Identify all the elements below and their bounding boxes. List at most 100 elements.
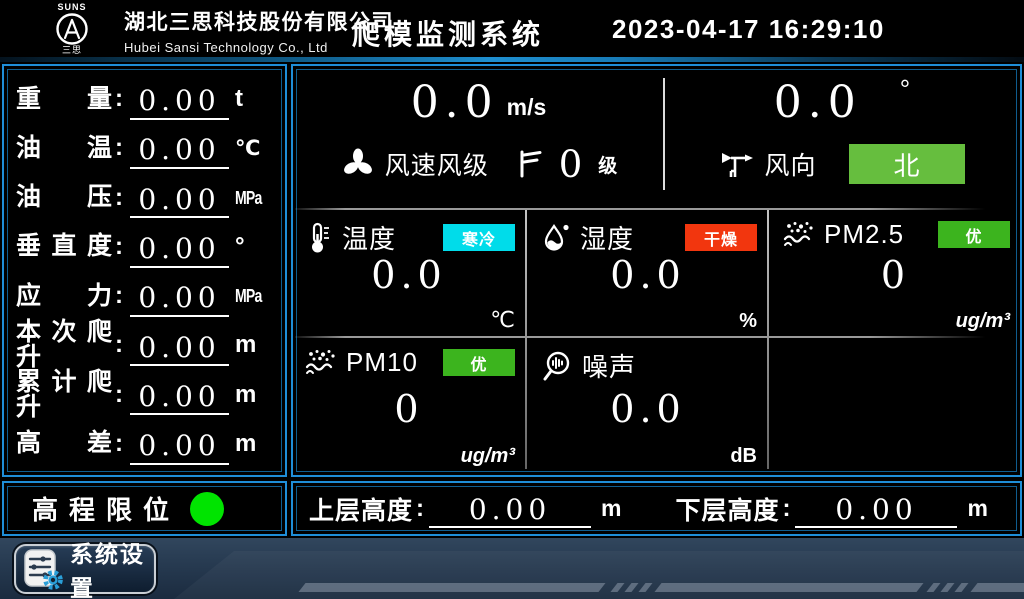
sensor-cell-noise: 噪声 0.0 dB: [529, 338, 767, 471]
sensor-value: 0.0: [293, 256, 525, 294]
metric-unit: ℃: [235, 136, 273, 161]
settings-button-label: 系统设置: [70, 538, 148, 599]
noise-icon: [541, 350, 573, 382]
grid-line-vertical: [767, 210, 769, 469]
colon: :: [416, 495, 424, 523]
metric-unit: MPa: [235, 188, 262, 209]
dust-icon: [783, 220, 815, 250]
lower-height-label: 下层高度: [675, 491, 779, 527]
metric-row-verticality: 垂直度 : 0.00 °: [16, 223, 273, 271]
metric-unit: m: [235, 331, 273, 359]
metric-unit: m: [235, 381, 273, 409]
wind-level-value: 0: [559, 146, 583, 183]
lower-height-value: 0.00: [795, 493, 957, 529]
logo-text-bottom: 三思: [62, 46, 82, 55]
system-settings-button[interactable]: 系统设置: [14, 544, 156, 594]
metric-row-total-climb: 累计爬升 : 0.00 m: [16, 371, 273, 419]
upper-height-group: 上层高度 : 0.00 m: [309, 489, 621, 529]
wind-direction-unit: °: [900, 74, 910, 105]
sensor-value: 0: [771, 256, 1020, 294]
grid-line-vertical: [525, 210, 527, 469]
sensor-value: 0.0: [529, 256, 767, 294]
dust-icon: [305, 348, 337, 378]
metric-row-current-climb: 本次爬升 : 0.00 m: [16, 321, 273, 369]
sensor-unit: ug/m³: [956, 310, 1010, 333]
metric-label: 累计爬升: [16, 370, 112, 420]
sensor-cell-humidity: 湿度 干燥 0.0 %: [529, 210, 767, 336]
wind-speed-value: 0.0: [411, 81, 499, 125]
elevation-limit-panel: 高程限位: [2, 481, 287, 536]
upper-height-value: 0.00: [429, 493, 591, 529]
datetime-display: 2023-04-17 16:29:10: [612, 14, 885, 45]
decor-stripe: [970, 583, 1024, 592]
metric-value: 0.00: [130, 281, 229, 317]
sensor-unit: ℃: [490, 307, 515, 333]
page-title: 爬模监测系统: [352, 13, 544, 53]
wind-direction-label: 风向: [764, 146, 816, 182]
upper-height-label: 上层高度: [309, 491, 413, 527]
upper-height-unit: m: [601, 495, 621, 522]
colon: :: [112, 331, 126, 359]
bottom-toolbar: 系统设置: [0, 538, 1024, 599]
metric-value: 0.00: [130, 84, 229, 120]
wind-level-icon: [517, 149, 543, 179]
status-badge-good: 优: [443, 349, 515, 376]
metrics-panel: 重量 : 0.00 t 油温 : 0.00 ℃ 油压 : 0.00 MPa 垂直…: [2, 64, 287, 477]
decor-stripe: [298, 583, 605, 592]
sensor-value: 0.0: [529, 390, 767, 428]
metric-unit: m: [235, 430, 273, 458]
sensor-cell-pm25: PM2.5 优 0 ug/m³: [771, 210, 1020, 336]
sensor-unit: %: [739, 310, 757, 333]
status-badge-good: 优: [938, 221, 1010, 248]
wind-speed-unit: m/s: [507, 94, 547, 121]
colon: :: [112, 134, 126, 162]
metric-label: 本次爬升: [16, 320, 112, 370]
metric-value: 0.00: [130, 429, 229, 465]
decor-stripe: [654, 583, 923, 592]
wind-level-unit: 级: [598, 151, 617, 178]
company-logo: SUNS 三思: [24, 1, 120, 56]
sensor-label: 湿度: [580, 219, 634, 256]
metric-value: 0.00: [130, 183, 229, 219]
metric-row-stress: 应力 : 0.00 MPa: [16, 272, 273, 320]
status-badge-cold: 寒冷: [443, 224, 515, 251]
lower-height-unit: m: [967, 495, 987, 522]
wind-direction-block: 0.0 ° 风向 北: [664, 66, 1020, 208]
wind-speed-label: 风速风级: [385, 146, 489, 182]
header-divider: [0, 57, 1024, 62]
layer-heights-panel: 上层高度 : 0.00 m 下层高度 : 0.00 m: [291, 481, 1022, 536]
thermometer-icon: [305, 222, 333, 254]
metric-value: 0.00: [130, 380, 229, 416]
colon: :: [112, 184, 126, 212]
sensor-cell-pm10: PM10 优 0 ug/m³: [293, 338, 525, 471]
suns-logo-icon: [55, 12, 89, 46]
colon: :: [112, 85, 126, 113]
colon: :: [112, 430, 126, 458]
metric-unit: MPa: [235, 286, 262, 307]
metric-row-oil-temp: 油温 : 0.00 ℃: [16, 124, 273, 172]
metric-label: 重量: [16, 87, 112, 112]
metric-row-weight: 重量 : 0.00 t: [16, 75, 273, 123]
wind-direction-button[interactable]: 北: [849, 144, 965, 184]
metric-unit: °: [235, 233, 273, 261]
sensor-unit: dB: [730, 445, 757, 468]
metric-label: 垂直度: [16, 234, 112, 259]
sensor-label: PM2.5: [824, 219, 904, 250]
metric-label: 油压: [16, 185, 112, 210]
metric-row-oil-pressure: 油压 : 0.00 MPa: [16, 174, 273, 222]
metric-row-height-diff: 高差 : 0.00 m: [16, 420, 273, 468]
sensor-cell-temperature: 温度 寒冷 0.0 ℃: [293, 210, 525, 336]
settings-sliders-gear-icon: [22, 547, 64, 591]
sensor-cell-empty: [771, 338, 1020, 471]
metric-label: 油温: [16, 136, 112, 161]
metric-label: 应力: [16, 284, 112, 309]
sensor-label: PM10: [346, 347, 418, 378]
humidity-icon: [541, 222, 571, 254]
metric-value: 0.00: [130, 133, 229, 169]
environment-panel: 0.0 m/s 风速风级: [291, 64, 1022, 477]
colon: :: [112, 381, 126, 409]
elevation-limit-label: 高程限位: [32, 490, 180, 527]
sensor-unit: ug/m³: [461, 445, 515, 468]
logo-text-top: SUNS: [57, 3, 86, 12]
wind-section-divider: [663, 78, 665, 190]
